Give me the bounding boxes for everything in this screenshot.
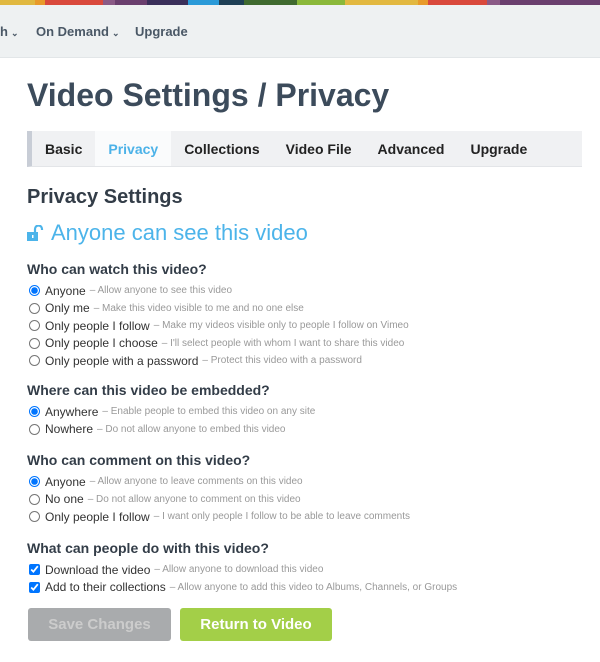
save-changes-button[interactable]: Save Changes <box>28 608 171 641</box>
return-to-video-button[interactable]: Return to Video <box>180 608 332 641</box>
radio-button[interactable] <box>29 493 40 505</box>
nav-item-on-demand[interactable]: On Demand ⌄ <box>36 24 120 39</box>
radio-button[interactable] <box>29 476 40 488</box>
checkbox[interactable] <box>29 564 40 576</box>
comment-option[interactable]: No one – Do not allow anyone to comment o… <box>27 491 410 509</box>
option-label: Anyone <box>45 283 86 298</box>
chevron-down-icon: ⌄ <box>111 28 120 38</box>
nav-item-upgrade[interactable]: Upgrade <box>135 24 188 39</box>
tab-basic[interactable]: Basic <box>32 131 95 166</box>
nav-item-partial[interactable]: h ⌄ <box>0 24 19 39</box>
option-description: – Allow anyone to add this video to Albu… <box>169 581 458 593</box>
watch-option[interactable]: Only me – Make this video visible to me a… <box>27 300 409 318</box>
checkbox[interactable] <box>29 581 40 593</box>
option-description: – Make my videos visible only to people … <box>153 320 409 332</box>
option-description: – Allow anyone to see this video <box>89 285 233 297</box>
section-heading: Where can this video be embedded? <box>27 382 270 398</box>
comment-section: Who can comment on this video? Anyone – Al… <box>27 452 410 526</box>
actions-option[interactable]: Download the video – Allow anyone to down… <box>27 561 457 579</box>
option-description: – Enable people to embed this video on a… <box>102 406 316 418</box>
watch-option[interactable]: Only people with a password – Protect thi… <box>27 352 409 370</box>
radio-button[interactable] <box>29 423 40 435</box>
privacy-status-text: Anyone can see this video <box>51 220 308 245</box>
option-description: – Make this video visible to me and no o… <box>93 302 304 314</box>
option-label: Only me <box>45 301 90 316</box>
option-label: Nowhere <box>45 422 94 437</box>
comment-option[interactable]: Only people I follow – I want only people… <box>27 508 410 526</box>
tab-collections[interactable]: Collections <box>171 131 272 166</box>
option-label: Only people I choose <box>45 336 158 351</box>
option-description: – Allow anyone to download this video <box>154 564 324 576</box>
option-description: – Do not allow anyone to embed this vide… <box>97 423 286 435</box>
embed-section: Where can this video be embedded? Anywher… <box>27 382 315 438</box>
page-title: Video Settings / Privacy <box>27 77 390 113</box>
radio-button[interactable] <box>29 337 40 349</box>
watch-option[interactable]: Only people I follow – Make my videos vis… <box>27 317 409 335</box>
actions-section: What can people do with this video? Downl… <box>27 540 457 596</box>
option-label: Download the video <box>45 562 151 577</box>
section-heading: Who can watch this video? <box>27 261 207 277</box>
option-description: – Do not allow anyone to comment on this… <box>87 493 301 505</box>
section-heading: Who can comment on this video? <box>27 452 251 468</box>
nav-label: h <box>0 24 8 39</box>
option-label: Anywhere <box>45 404 99 419</box>
unlock-icon <box>27 225 44 241</box>
radio-button[interactable] <box>29 302 40 314</box>
option-description: – I'll select people with whom I want to… <box>161 337 405 349</box>
tab-video-file[interactable]: Video File <box>273 131 365 166</box>
tab-privacy[interactable]: Privacy <box>95 131 172 166</box>
option-label: Add to their collections <box>45 580 166 595</box>
watch-section: Who can watch this video? Anyone – Allow a… <box>27 261 409 370</box>
section-heading: What can people do with this video? <box>27 540 269 556</box>
option-description: – Allow anyone to leave comments on this… <box>89 476 303 488</box>
nav-label: Upgrade <box>135 24 188 39</box>
embed-option[interactable]: Anywhere – Enable people to embed this vi… <box>27 403 315 421</box>
top-nav: h ⌄ On Demand ⌄ Upgrade <box>0 5 600 58</box>
chevron-down-icon: ⌄ <box>10 28 19 38</box>
settings-tabs: Basic Privacy Collections Video File Adv… <box>27 131 582 167</box>
radio-button[interactable] <box>29 285 40 297</box>
radio-button[interactable] <box>29 320 40 332</box>
nav-label: On Demand <box>36 24 109 39</box>
watch-option[interactable]: Anyone – Allow anyone to see this video <box>27 282 409 300</box>
actions-option[interactable]: Add to their collections – Allow anyone t… <box>27 579 457 597</box>
option-label: Anyone <box>45 474 86 489</box>
option-label: Only people I follow <box>45 318 150 333</box>
option-label: Only people I follow <box>45 509 150 524</box>
option-label: No one <box>45 492 84 507</box>
tab-upgrade[interactable]: Upgrade <box>457 131 540 166</box>
option-description: – I want only people I follow to be able… <box>153 511 410 523</box>
watch-option[interactable]: Only people I choose – I'll select people… <box>27 335 409 353</box>
radio-button[interactable] <box>29 355 40 367</box>
option-label: Only people with a password <box>45 353 199 368</box>
option-description: – Protect this video with a password <box>202 355 362 367</box>
privacy-status: Anyone can see this video <box>27 220 308 246</box>
tab-advanced[interactable]: Advanced <box>365 131 458 166</box>
radio-button[interactable] <box>29 511 40 523</box>
radio-button[interactable] <box>29 406 40 418</box>
comment-option[interactable]: Anyone – Allow anyone to leave comments o… <box>27 473 410 491</box>
embed-option[interactable]: Nowhere – Do not allow anyone to embed th… <box>27 421 315 439</box>
section-title: Privacy Settings <box>27 186 183 208</box>
